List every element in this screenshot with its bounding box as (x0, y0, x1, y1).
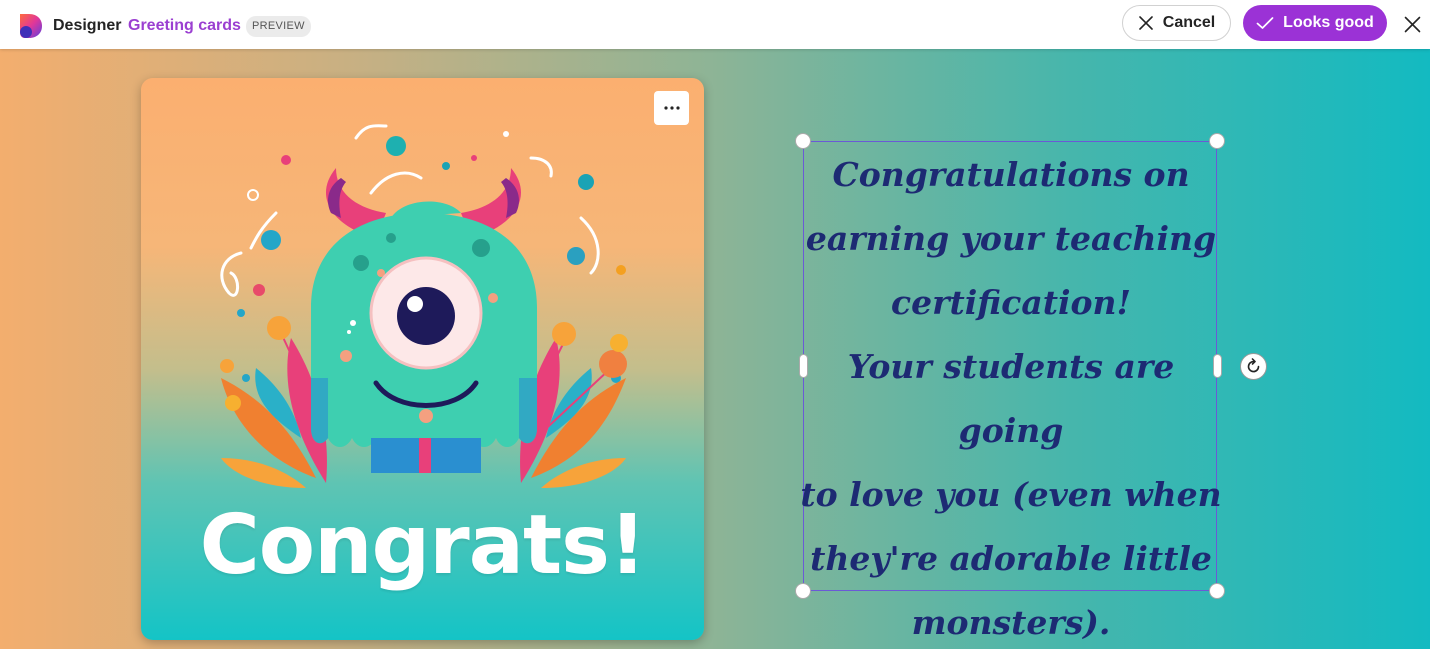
resize-handle-bottom-left[interactable] (795, 583, 811, 599)
resize-handle-bottom-right[interactable] (1209, 583, 1225, 599)
designer-logo-icon (20, 14, 42, 38)
preview-badge: PREVIEW (246, 16, 311, 37)
checkmark-icon (1256, 17, 1274, 29)
resize-handle-left[interactable] (799, 354, 808, 378)
message-line: monsters). (911, 603, 1111, 642)
resize-handle-top-right[interactable] (1209, 133, 1225, 149)
close-icon (1138, 16, 1153, 30)
close-button[interactable] (1400, 12, 1424, 36)
cancel-label: Cancel (1162, 14, 1216, 31)
card-title: Congrats! (199, 498, 647, 593)
top-bar: Designer Greeting cards PREVIEW Cancel L… (0, 0, 1430, 49)
message-text-box[interactable]: Congratulations on earning your teaching… (800, 141, 1222, 642)
message-text[interactable]: Congratulations on earning your teaching… (794, 142, 1228, 649)
design-canvas: Congrats! Congratulations on earning you… (0, 49, 1430, 649)
looks-good-label: Looks good (1283, 14, 1374, 31)
greeting-card[interactable]: Congrats! (141, 78, 704, 640)
cancel-button[interactable]: Cancel (1122, 5, 1231, 41)
resize-handle-right[interactable] (1213, 354, 1222, 378)
app-name: Designer (53, 17, 122, 34)
message-line: earning your teaching (805, 219, 1217, 258)
looks-good-button[interactable]: Looks good (1243, 5, 1387, 41)
resize-handle-top-left[interactable] (795, 133, 811, 149)
rotate-handle[interactable] (1240, 353, 1267, 380)
message-line: Your students are going (847, 347, 1175, 450)
section-name[interactable]: Greeting cards (128, 17, 241, 35)
more-horizontal-icon (663, 106, 680, 110)
message-line: certification! (891, 283, 1131, 322)
rotate-icon (1247, 358, 1260, 373)
message-line: they're adorable little (810, 539, 1212, 578)
message-line: to love you (even when (800, 475, 1222, 514)
card-more-options-button[interactable] (654, 91, 689, 125)
message-line: Congratulations on (832, 155, 1190, 194)
close-icon (1404, 16, 1420, 32)
